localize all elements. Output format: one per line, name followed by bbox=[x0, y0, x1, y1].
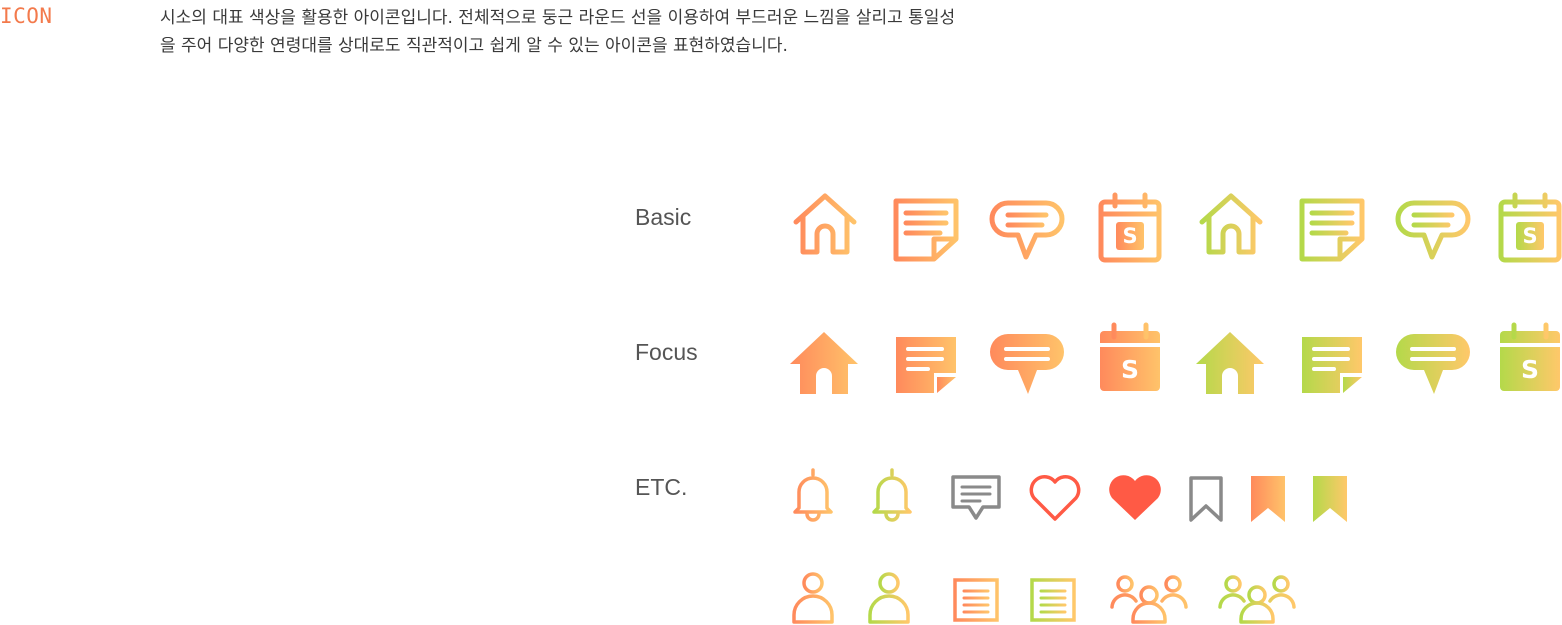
heart-filled-icon bbox=[1108, 475, 1162, 522]
note-icon bbox=[894, 335, 960, 395]
note-icon bbox=[892, 197, 960, 263]
chat-icon bbox=[1396, 332, 1470, 396]
group-icon bbox=[1109, 573, 1189, 625]
calendar-icon: S bbox=[1498, 192, 1562, 264]
description-line-2: 을 주어 다양한 연령대를 상대로도 직관적이고 쉽게 알 수 있는 아이콘을 … bbox=[160, 36, 788, 56]
row-label-focus: Focus bbox=[635, 339, 698, 365]
document-icon bbox=[1029, 577, 1077, 623]
row-label-basic: Basic bbox=[635, 204, 692, 230]
note-icon bbox=[1298, 197, 1366, 263]
chat-icon bbox=[989, 199, 1065, 263]
calendar-letter: S bbox=[1522, 224, 1537, 248]
note-icon bbox=[1300, 335, 1366, 395]
home-icon bbox=[1196, 192, 1266, 258]
document-icon bbox=[952, 577, 1000, 623]
calendar-letter: S bbox=[1521, 355, 1539, 384]
section-description: 시소의 대표 색상을 활용한 아이콘입니다. 전체적으로 둥근 라운드 선을 이… bbox=[160, 4, 1100, 60]
group-icon bbox=[1217, 573, 1297, 625]
home-icon bbox=[788, 330, 860, 396]
heart-outline-icon bbox=[1028, 475, 1082, 522]
bookmark-filled-icon bbox=[1250, 475, 1286, 523]
calendar-letter: S bbox=[1121, 355, 1139, 384]
bookmark-filled-icon bbox=[1312, 475, 1348, 523]
comment-icon bbox=[950, 474, 1002, 522]
bell-icon bbox=[791, 468, 835, 522]
calendar-icon: S bbox=[1098, 322, 1162, 393]
person-icon bbox=[866, 571, 912, 625]
home-icon bbox=[1194, 330, 1266, 396]
bookmark-outline-icon bbox=[1188, 475, 1224, 523]
calendar-letter: S bbox=[1122, 224, 1137, 248]
calendar-icon: S bbox=[1098, 192, 1162, 264]
row-label-etc: ETC. bbox=[635, 474, 688, 500]
calendar-icon: S bbox=[1498, 322, 1562, 393]
home-icon bbox=[790, 192, 860, 258]
chat-icon bbox=[1395, 199, 1471, 263]
description-line-1: 시소의 대표 색상을 활용한 아이콘입니다. 전체적으로 둥근 라운드 선을 이… bbox=[160, 8, 956, 28]
chat-icon bbox=[990, 332, 1064, 396]
bell-icon bbox=[870, 468, 914, 522]
person-icon bbox=[790, 571, 836, 625]
section-title: ICON bbox=[0, 4, 53, 28]
